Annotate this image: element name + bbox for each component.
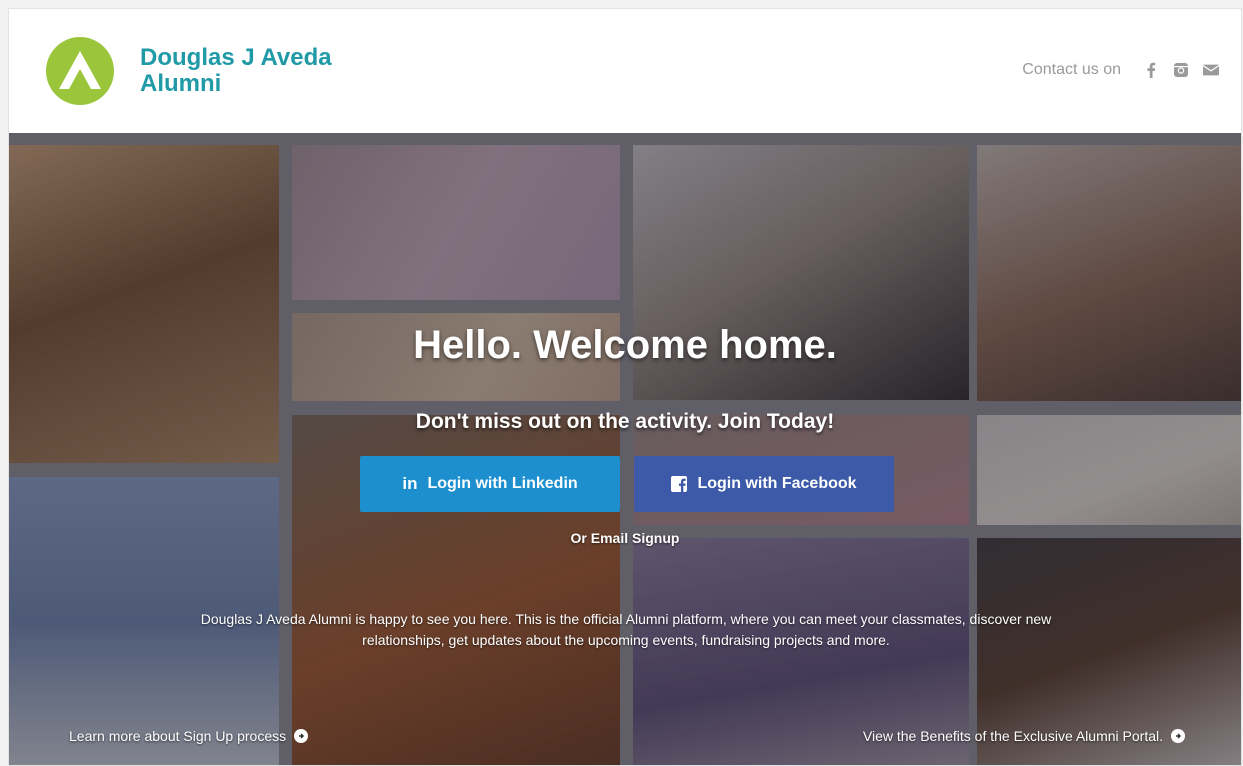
brand-line-1: Douglas J Aveda	[140, 44, 332, 71]
hero-overlay	[9, 133, 1241, 765]
arrow-right-circle-icon	[1171, 729, 1185, 743]
hero-title: Hello. Welcome home.	[413, 323, 837, 367]
contact-bar: Contact us on	[1022, 61, 1219, 79]
benefits-link[interactable]: View the Benefits of the Exclusive Alumn…	[863, 728, 1185, 744]
email-signup-link[interactable]: Or Email Signup	[9, 530, 1241, 546]
brand-name[interactable]: Douglas J Aveda Alumni	[140, 45, 332, 97]
login-linkedin-button[interactable]: in Login with Linkedin	[360, 456, 620, 512]
facebook-icon[interactable]	[1143, 62, 1159, 78]
facebook-square-icon	[671, 476, 688, 492]
instagram-icon[interactable]	[1173, 62, 1189, 78]
brand-line-2: Alumni	[140, 70, 222, 97]
logo-a-icon	[59, 51, 101, 89]
site-header: Douglas J Aveda Alumni Contact us on	[9, 9, 1241, 133]
learn-more-link[interactable]: Learn more about Sign Up process	[69, 728, 309, 744]
page-frame: Douglas J Aveda Alumni Contact us on Hel…	[8, 8, 1242, 766]
hero-subtitle: Don't miss out on the activity. Join Tod…	[415, 410, 835, 433]
hero-section: Hello. Welcome home. Don't miss out on t…	[9, 133, 1241, 765]
learn-more-label: Learn more about Sign Up process	[69, 728, 287, 744]
login-linkedin-label: Login with Linkedin	[427, 475, 578, 492]
logo[interactable]	[46, 37, 114, 105]
benefits-label: View the Benefits of the Exclusive Alumn…	[862, 728, 1163, 744]
login-facebook-button[interactable]: Login with Facebook	[634, 456, 894, 512]
login-facebook-label: Login with Facebook	[697, 475, 857, 492]
linkedin-icon: in	[402, 474, 418, 493]
envelope-icon[interactable]	[1203, 62, 1219, 78]
contact-label: Contact us on	[1022, 61, 1121, 78]
hero-description: Douglas J Aveda Alumni is happy to see y…	[200, 611, 1052, 648]
arrow-right-circle-icon	[294, 729, 309, 743]
